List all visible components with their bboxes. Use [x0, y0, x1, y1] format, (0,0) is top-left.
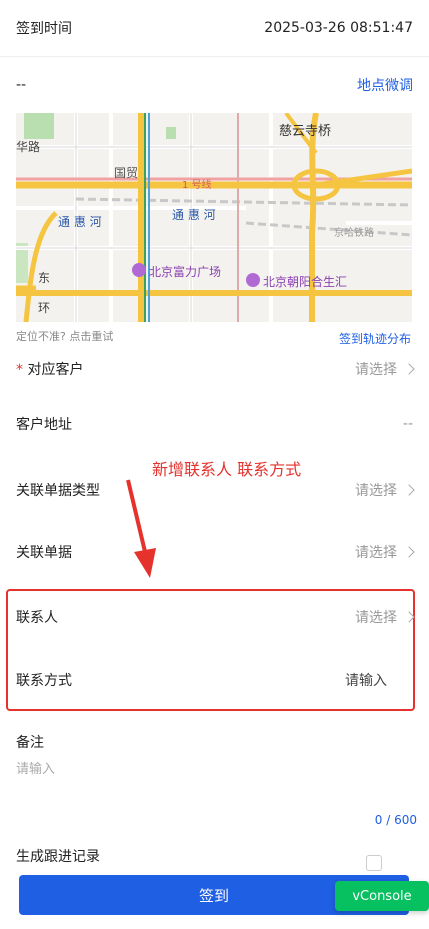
map-label-ciyunsi: 慈云寺桥 — [279, 124, 332, 139]
customer-select[interactable]: 请选择 — [355, 359, 415, 379]
adjust-location-link[interactable]: 地点微调 — [357, 75, 413, 95]
contact-row[interactable]: 联系人 请选择 — [0, 592, 429, 642]
doc-type-row[interactable]: 关联单据类型 请选择 — [0, 465, 429, 515]
checkin-time-label: 签到时间 — [16, 21, 72, 37]
doc-row[interactable]: 关联单据 请选择 — [0, 527, 429, 577]
doc-type-select[interactable]: 请选择 — [355, 480, 415, 500]
checkin-time-row: 签到时间 2025-03-26 08:51:47 — [0, 0, 429, 56]
location-value: -- — [16, 77, 27, 93]
chevron-right-icon — [403, 484, 415, 496]
customer-label: * 对应客户 — [16, 359, 83, 379]
doc-select[interactable]: 请选择 — [355, 542, 415, 562]
remark-textarea[interactable]: 请输入 — [16, 758, 55, 777]
contact-placeholder: 请选择 — [355, 610, 397, 626]
required-mark: * — [16, 362, 23, 378]
map-label-line1: 1 号线 — [182, 180, 212, 191]
map-label-jinghalu: 京哈铁路 — [334, 228, 374, 239]
contact-select[interactable]: 请选择 — [355, 607, 415, 627]
map-label-huan: 环 — [38, 301, 51, 315]
map-label-fuli: 北京富力广场 — [149, 265, 222, 279]
map-label-dong: 东 — [38, 271, 51, 285]
vconsole-button[interactable]: vConsole — [335, 881, 429, 911]
map-label-guomao: 国贸 — [114, 166, 139, 180]
location-map[interactable]: 慈云寺桥 国贸 1 号线 通 惠 河 通 惠 河 京哈铁路 北京富力广场 北京朝… — [16, 113, 412, 322]
customer-row[interactable]: * 对应客户 请选择 — [0, 344, 429, 394]
doc-placeholder: 请选择 — [355, 545, 397, 561]
doc-label: 关联单据 — [16, 545, 72, 561]
chevron-right-icon — [403, 611, 415, 623]
contact-method-input[interactable]: 请输入 — [345, 670, 387, 690]
remark-counter: 0 / 600 — [374, 813, 417, 827]
customer-placeholder: 请选择 — [355, 362, 397, 378]
contact-method-label: 联系方式 — [16, 673, 72, 689]
address-label: 客户地址 — [16, 417, 72, 433]
doc-type-placeholder: 请选择 — [355, 483, 397, 499]
map-label-tonghui-1: 通 惠 河 — [58, 215, 102, 229]
address-row: 客户地址 -- — [0, 400, 429, 448]
annotation-arrow-icon — [126, 479, 156, 578]
follow-up-label: 生成跟进记录 — [16, 849, 100, 865]
map-label-heshenghui: 北京朝阳合生汇 — [263, 275, 348, 289]
map-label-tonghui-2: 通 惠 河 — [172, 208, 216, 222]
doc-type-label: 关联单据类型 — [16, 483, 100, 499]
relocate-hint[interactable]: 定位不准? 点击重试 — [16, 328, 113, 344]
chevron-right-icon — [403, 546, 415, 558]
contact-method-row[interactable]: 联系方式 请输入 — [0, 655, 429, 705]
map-label-hualu: 华路 — [16, 140, 41, 154]
checkin-time-value: 2025-03-26 08:51:47 — [264, 20, 413, 36]
customer-label-text: 对应客户 — [27, 362, 84, 378]
chevron-right-icon — [403, 363, 415, 375]
follow-up-checkbox[interactable] — [366, 855, 382, 871]
remark-label: 备注 — [16, 735, 44, 751]
location-row: -- 地点微调 — [0, 57, 429, 113]
contact-label: 联系人 — [16, 610, 58, 626]
address-value: -- — [402, 416, 413, 432]
